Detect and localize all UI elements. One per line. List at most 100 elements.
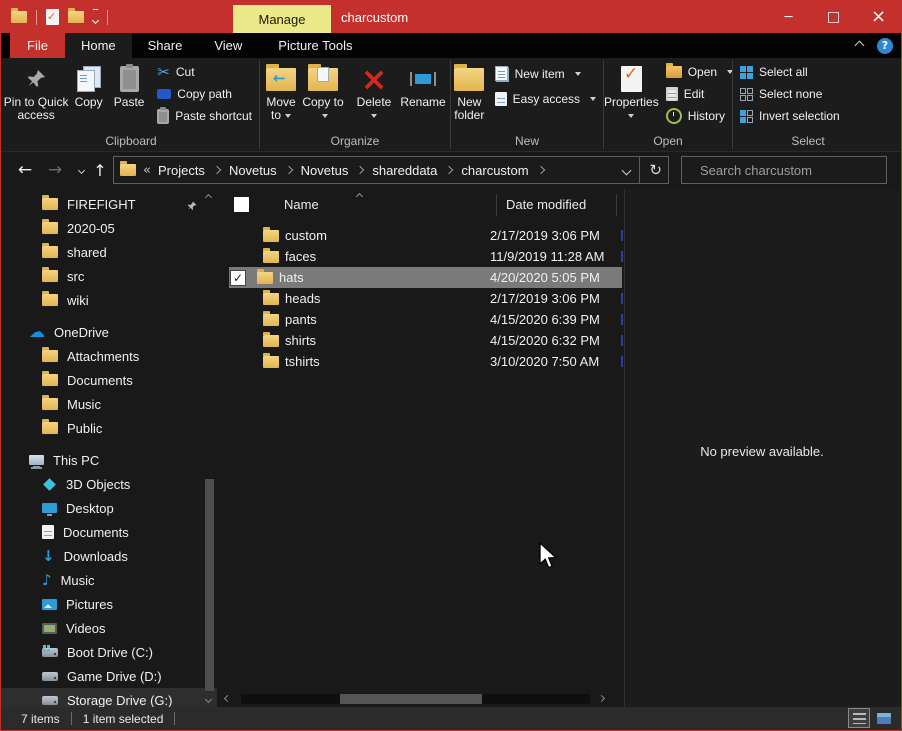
sidebar-item-attachments[interactable]: Attachments <box>1 344 217 368</box>
sidebar-item-game-drive[interactable]: Game Drive (D:) <box>1 664 217 688</box>
breadcrumb-item[interactable]: Projects <box>158 163 205 178</box>
breadcrumb-item[interactable]: shareddata <box>372 163 437 178</box>
folder-icon <box>263 314 279 326</box>
file-row[interactable]: shirts 4/15/2020 6:32 PM <box>229 330 622 351</box>
sidebar-item-pictures[interactable]: Pictures <box>1 592 217 616</box>
up-button[interactable]: ↑ <box>89 152 111 189</box>
select-none-button[interactable]: Select none <box>733 83 847 105</box>
sidebar-item-public[interactable]: Public <box>1 416 217 440</box>
refresh-icon[interactable]: ↻ <box>649 163 662 178</box>
tab-view[interactable]: View <box>198 33 258 58</box>
easy-access-button[interactable]: Easy access <box>488 88 603 110</box>
search-input[interactable] <box>698 162 878 179</box>
sidebar-item-storage-drive[interactable]: Storage Drive (G:) <box>1 688 217 707</box>
move-to-button[interactable]: ← Move to <box>260 58 302 130</box>
breadcrumb-chevron-icon[interactable] <box>445 166 453 174</box>
sidebar-item-documents-pc[interactable]: Documents <box>1 520 217 544</box>
tab-picture-tools[interactable]: Picture Tools <box>262 33 368 58</box>
select-all-checkbox[interactable] <box>234 197 249 212</box>
breadcrumb-chevron-icon[interactable] <box>356 166 364 174</box>
scroll-right-icon[interactable] <box>598 695 605 702</box>
breadcrumb-item[interactable]: charcustom <box>461 163 528 178</box>
sidebar-scrollbar[interactable] <box>203 189 216 707</box>
help-icon[interactable]: ? <box>877 38 893 54</box>
open-button[interactable]: Open <box>659 61 740 83</box>
sidebar-item-firefight[interactable]: FIREFIGHT <box>1 192 217 216</box>
tab-home[interactable]: Home <box>65 33 132 58</box>
qat-customize-icon[interactable] <box>93 9 98 26</box>
minimize-button[interactable]: ─ <box>766 1 811 33</box>
file-row[interactable]: custom 2/17/2019 3:06 PM <box>229 225 622 246</box>
sidebar-item-music[interactable]: Music <box>1 392 217 416</box>
properties-button[interactable]: ✓ Properties <box>604 58 659 130</box>
sidebar-item-shared[interactable]: shared <box>1 240 217 264</box>
thumbnail-view-button[interactable] <box>873 708 895 728</box>
row-checkbox[interactable]: ✓ <box>230 270 246 286</box>
column-header-name[interactable]: Name <box>284 197 319 212</box>
ribbon-group-clipboard: Pin to Quick access Copy Paste ✂ Cut <box>3 58 259 151</box>
sidebar-item-videos[interactable]: Videos <box>1 616 217 640</box>
invert-selection-button[interactable]: Invert selection <box>733 105 847 127</box>
file-row[interactable]: heads 2/17/2019 3:06 PM <box>229 288 622 309</box>
copy-path-button[interactable]: Copy path <box>150 83 259 105</box>
file-row[interactable]: pants 4/15/2020 6:39 PM <box>229 309 622 330</box>
maximize-button[interactable]: □ <box>811 1 856 33</box>
sidebar-item-boot-drive[interactable]: Boot Drive (C:) <box>1 640 217 664</box>
sidebar-item-music-pc[interactable]: ♪Music <box>1 568 217 592</box>
address-dropdown-icon[interactable] <box>622 165 632 175</box>
file-row-selected[interactable]: ✓ hats 4/20/2020 5:05 PM <box>229 267 622 288</box>
qat-properties-icon[interactable]: ✓ <box>46 9 59 25</box>
horizontal-scrollbar[interactable] <box>217 691 612 707</box>
copy-button[interactable]: Copy <box>69 58 108 130</box>
forward-button[interactable]: → <box>43 152 67 189</box>
copy-to-button[interactable]: Copy to <box>302 58 344 130</box>
sidebar-item-this-pc[interactable]: This PC <box>1 448 217 472</box>
breadcrumb-overflow-icon[interactable]: « <box>143 164 151 177</box>
tab-file[interactable]: File <box>10 33 65 58</box>
search-box[interactable] <box>681 156 887 184</box>
cut-button[interactable]: ✂ Cut <box>150 61 259 83</box>
tab-share[interactable]: Share <box>132 33 199 58</box>
qat-folder-icon[interactable] <box>11 11 27 23</box>
select-all-button[interactable]: Select all <box>733 61 847 83</box>
details-view-button[interactable] <box>848 708 870 728</box>
rename-button[interactable]: Rename <box>397 58 449 130</box>
file-row[interactable]: tshirts 3/10/2020 7:50 AM <box>229 351 622 372</box>
sidebar-item-src[interactable]: src <box>1 264 217 288</box>
file-row[interactable]: faces 11/9/2019 11:28 AM <box>229 246 622 267</box>
new-item-button[interactable]: New item <box>488 63 603 85</box>
address-bar[interactable]: « Projects Novetus Novetus shareddata ch… <box>113 156 669 184</box>
sidebar-item-2020-05[interactable]: 2020-05 <box>1 216 217 240</box>
sidebar-item-wiki[interactable]: wiki <box>1 288 217 312</box>
history-button[interactable]: History <box>659 105 740 127</box>
paste-button[interactable]: Paste <box>108 58 150 130</box>
sidebar-item-documents[interactable]: Documents <box>1 368 217 392</box>
sidebar-item-3d-objects[interactable]: 3D Objects <box>1 472 217 496</box>
qat-folder2-icon[interactable] <box>68 11 84 23</box>
edit-button[interactable]: Edit <box>659 83 740 105</box>
new-folder-button[interactable]: New folder <box>451 58 488 130</box>
sidebar-item-desktop[interactable]: Desktop <box>1 496 217 520</box>
breadcrumb-chevron-icon[interactable] <box>536 166 544 174</box>
drive-icon <box>42 696 58 705</box>
column-header-date-modified[interactable]: Date modified <box>506 197 586 212</box>
paste-shortcut-button[interactable]: Paste shortcut <box>150 105 259 127</box>
recent-locations-icon[interactable] <box>73 152 89 189</box>
breadcrumb-item[interactable]: Novetus <box>229 163 277 178</box>
manage-contextual-tab[interactable]: Manage <box>233 5 331 33</box>
breadcrumb-chevron-icon[interactable] <box>284 166 292 174</box>
sidebar-item-downloads[interactable]: ↓Downloads <box>1 544 217 568</box>
close-button[interactable]: × <box>856 1 901 33</box>
scroll-up-icon[interactable] <box>205 194 212 201</box>
breadcrumb-chevron-icon[interactable] <box>213 166 221 174</box>
scrollbar-thumb[interactable] <box>340 694 482 704</box>
delete-button[interactable]: × Delete <box>351 58 397 130</box>
scroll-down-icon[interactable] <box>205 696 212 703</box>
scroll-left-icon[interactable] <box>224 695 231 702</box>
breadcrumb-item[interactable]: Novetus <box>301 163 349 178</box>
collapse-ribbon-icon[interactable] <box>855 41 865 51</box>
sidebar-item-onedrive[interactable]: ☁OneDrive <box>1 320 217 344</box>
pin-to-quick-access-button[interactable]: Pin to Quick access <box>3 58 69 130</box>
scrollbar-thumb[interactable] <box>205 479 214 691</box>
back-button[interactable]: ← <box>13 152 37 189</box>
